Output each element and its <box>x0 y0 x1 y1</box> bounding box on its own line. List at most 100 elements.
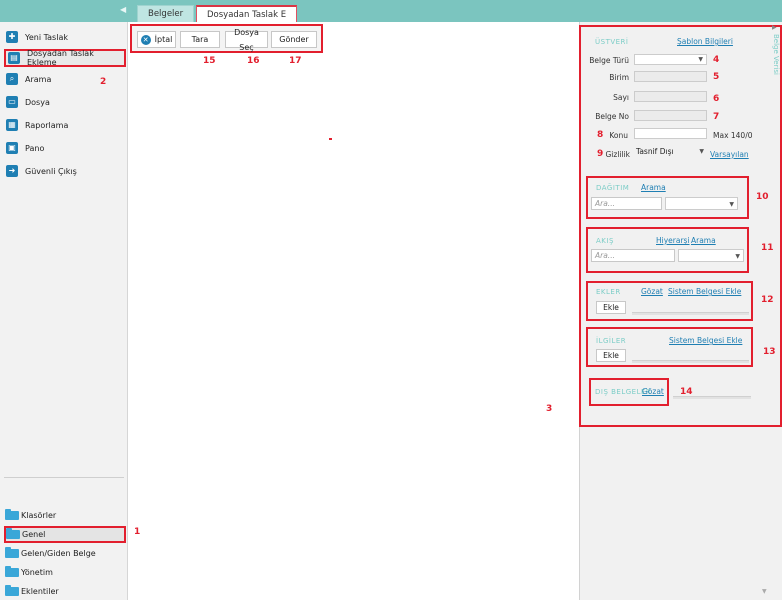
konu-input[interactable] <box>634 128 707 139</box>
chevron-down-icon: ▼ <box>698 56 703 63</box>
tab-dosyadan-taslak[interactable]: Dosyadan Taslak E <box>196 5 298 22</box>
choose-file-button[interactable]: Dosya Seç <box>225 28 268 52</box>
dis-belgeler-browse-link[interactable]: Gözat <box>642 387 664 396</box>
collapse-sidebar-icon[interactable]: ◀ <box>120 5 126 14</box>
folder-label: Gelen/Giden Belge <box>21 549 96 558</box>
sidebar-item-label: Dosyadan Taslak Ekleme <box>27 49 94 67</box>
sayi-label: Sayı <box>613 93 629 102</box>
sidebar-item-arama[interactable]: ⌕ Arama <box>6 71 124 87</box>
marker-3: 3 <box>546 404 553 414</box>
marker-12: 12 <box>761 295 774 305</box>
sidebar-item-label: Yeni Taslak <box>25 32 68 42</box>
sidebar-item-label: Pano <box>25 143 45 153</box>
akis-title: AKIŞ <box>596 237 614 245</box>
logout-icon: ➜ <box>6 165 18 177</box>
sidebar-item-label: Raporlama <box>25 120 69 130</box>
dagitim-section: DAĞITIM Arama Ara... ▼ <box>586 176 749 219</box>
scan-button[interactable]: Tara <box>180 31 220 48</box>
belge-verisi-tab[interactable]: Belge Verisi <box>772 34 780 75</box>
birim-field <box>634 71 707 82</box>
sidebar-item-dosyadan-taslak-ekleme[interactable]: ▤ Dosyadan Taslak Ekleme <box>4 49 126 67</box>
marker-4: 4 <box>713 55 720 65</box>
marker-1: 1 <box>134 527 141 537</box>
folder-label: Genel <box>22 530 46 539</box>
ilgiler-section: İLGİLER Sistem Belgesi Ekle Ekle <box>586 327 753 367</box>
dis-belgeler-section: DIŞ BELGELER Gözat <box>589 378 669 406</box>
ilgiler-system-link[interactable]: Sistem Belgesi Ekle <box>669 336 742 345</box>
folder-label: Yönetim <box>21 568 53 577</box>
konu-label: Konu <box>609 131 628 140</box>
akis-select[interactable]: ▼ <box>678 249 744 262</box>
sidebar-item-label: Güvenli Çıkış <box>25 166 77 176</box>
sidebar-item-yeni-taslak[interactable]: ✚ Yeni Taslak <box>6 29 124 45</box>
template-info-link[interactable]: Şablon Bilgileri <box>677 37 733 46</box>
send-button[interactable]: Gönder <box>271 31 317 48</box>
folder-icon <box>5 585 19 596</box>
folder-label: Eklentiler <box>21 587 59 596</box>
sidebar-divider <box>4 477 124 478</box>
gizlilik-select[interactable]: Tasnif Dışı ▼ <box>634 147 707 158</box>
ekler-browse-link[interactable]: Gözat <box>641 287 663 296</box>
default-link[interactable]: Varsayılan <box>710 150 749 159</box>
sidebar-item-raporlama[interactable]: ▦ Raporlama <box>6 117 124 133</box>
toolbar: ✕ İptal Tara Dosya Seç Gönder <box>130 24 323 53</box>
folder-genel[interactable]: Genel <box>4 526 126 543</box>
sidebar-item-pano[interactable]: ▣ Pano <box>6 140 124 156</box>
file-icon: ▭ <box>6 96 18 108</box>
chevron-down-icon: ▼ <box>729 201 734 208</box>
cancel-icon: ✕ <box>140 34 151 45</box>
akis-section: AKIŞ Hiyerarşi Arama Ara... ▼ <box>586 227 749 273</box>
marker-7: 7 <box>713 112 720 122</box>
dagitim-search-link[interactable]: Arama <box>641 183 666 192</box>
sidebar-item-dosya[interactable]: ▭ Dosya <box>6 94 124 110</box>
dagitim-select[interactable]: ▼ <box>665 197 738 210</box>
konu-max-counter: Max 140/0 <box>713 131 753 140</box>
folder-klasorler[interactable]: Klasörler <box>5 508 123 523</box>
folder-yonetim[interactable]: Yönetim <box>5 565 123 580</box>
board-icon: ▣ <box>6 142 18 154</box>
folder-icon <box>5 509 19 520</box>
belge-no-label: Belge No <box>595 112 629 121</box>
folder-gelen-giden-belge[interactable]: Gelen/Giden Belge <box>5 546 123 561</box>
belge-turu-select[interactable]: ▼ <box>634 54 707 65</box>
file-draft-icon: ▤ <box>8 52 20 64</box>
ekler-section: EKLER Gözat Sistem Belgesi Ekle Ekle <box>586 281 753 321</box>
cancel-button[interactable]: ✕ İptal <box>137 31 176 48</box>
akis-search-input[interactable]: Ara... <box>591 249 675 262</box>
akis-search-link[interactable]: Arama <box>691 236 716 245</box>
gizlilik-label: Gizlilik <box>605 150 630 159</box>
ilgiler-add-button[interactable]: Ekle <box>596 349 626 362</box>
hierarchy-link[interactable]: Hiyerarşi <box>656 236 690 245</box>
top-bar <box>0 0 782 22</box>
sidebar-item-guvenli-cikis[interactable]: ➜ Güvenli Çıkış <box>6 163 124 179</box>
marker-5: 5 <box>713 72 720 82</box>
belge-turu-label: Belge Türü <box>589 56 629 65</box>
folder-label: Klasörler <box>21 511 57 520</box>
marker-2: 2 <box>100 77 107 87</box>
sidebar-item-label: Dosya <box>25 97 50 107</box>
ekler-system-link[interactable]: Sistem Belgesi Ekle <box>668 287 741 296</box>
marker-6: 6 <box>713 94 720 104</box>
chevron-down-icon: ▼ <box>735 253 740 260</box>
sayi-field <box>634 91 707 102</box>
scroll-down-icon[interactable]: ▼ <box>762 588 767 595</box>
report-icon: ▦ <box>6 119 18 131</box>
expand-panel-icon[interactable]: ▶ <box>772 24 777 31</box>
folder-icon <box>5 547 19 558</box>
gizlilik-value: Tasnif Dışı <box>636 147 674 156</box>
ekler-list-bar <box>632 312 749 315</box>
folder-icon <box>6 528 20 539</box>
folder-eklentiler[interactable]: Eklentiler <box>5 584 123 599</box>
sidebar-item-label: Arama <box>25 74 52 84</box>
tab-belgeler[interactable]: Belgeler <box>137 5 195 22</box>
ekler-title: EKLER <box>596 288 621 296</box>
search-icon: ⌕ <box>6 73 18 85</box>
ilgiler-list-bar <box>632 360 749 363</box>
birim-label: Birim <box>609 73 629 82</box>
dagitim-search-input[interactable]: Ara... <box>591 197 662 210</box>
new-draft-icon: ✚ <box>6 31 18 43</box>
marker-15: 15 <box>203 56 216 66</box>
chevron-down-icon: ▼ <box>699 148 704 155</box>
ekler-add-button[interactable]: Ekle <box>596 301 626 314</box>
folder-icon <box>5 566 19 577</box>
